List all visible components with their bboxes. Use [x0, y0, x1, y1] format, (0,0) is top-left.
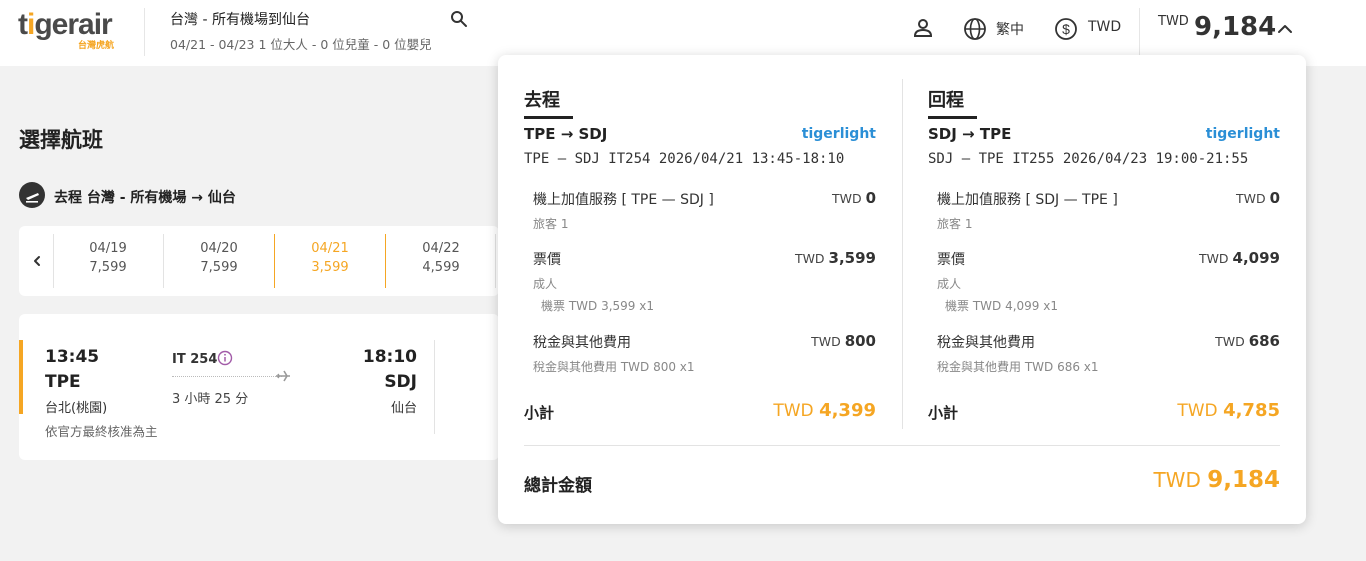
date-price: 4,599	[422, 260, 460, 275]
departure-plane-icon	[19, 182, 45, 208]
return-subtotal-amount: TWD 4,785	[1177, 400, 1280, 421]
date-label: 04/19	[89, 241, 127, 256]
return-heading: 回程	[928, 90, 964, 111]
date-selector: 04/19 7,599 04/20 7,599 04/21 3,599 04/2…	[19, 226, 499, 296]
departure-time: 13:45	[45, 347, 100, 367]
return-subtotal-label: 小計	[928, 404, 959, 422]
flight-number: IT 254	[172, 352, 218, 367]
header-total-amount[interactable]: 9,184	[1194, 12, 1276, 42]
page-title: 選擇航班	[19, 128, 103, 152]
chevron-left-icon	[34, 256, 40, 266]
tax-amount: TWD 686	[1215, 332, 1280, 350]
outbound-fare-brand: tigerlight	[801, 126, 876, 142]
grand-total-amount: TWD 9,184	[1153, 467, 1280, 493]
date-label: 04/20	[200, 241, 238, 256]
addon-passenger: 旅客 1	[533, 217, 569, 231]
panel-divider	[524, 445, 1280, 446]
language-selector[interactable]: 繁中	[996, 19, 1024, 39]
logo-subtitle: 台灣虎航	[77, 41, 114, 51]
fare-passenger-type: 成人	[937, 277, 962, 291]
tax-detail: 稅金與其他費用 TWD 800 x1	[533, 360, 695, 374]
header-total-currency[interactable]: TWD	[1158, 14, 1189, 29]
grand-total-label: 總計金額	[524, 476, 592, 496]
card-divider	[434, 340, 435, 434]
return-fare-brand: tigerlight	[1205, 126, 1280, 142]
return-flight-line: SDJ — TPE IT255 2026/04/23 19:00-21:55	[928, 151, 1249, 167]
arrival-city: 仙台	[390, 401, 417, 416]
flight-duration: 3 小時 25 分	[172, 392, 249, 407]
fare-amount: TWD 3,599	[794, 249, 876, 267]
arrival-airport-code: SDJ	[384, 372, 417, 392]
outbound-subtotal-label: 小計	[524, 404, 555, 422]
heading-underline	[928, 116, 977, 119]
date-label: 04/22	[422, 241, 460, 256]
fare-passenger-type: 成人	[533, 277, 558, 291]
svg-text:$: $	[1062, 21, 1070, 37]
addon-passenger: 旅客 1	[937, 217, 973, 231]
return-sector: SDJ → TPE	[928, 125, 1012, 143]
arrival-time: 18:10	[362, 347, 417, 367]
fare-detail: 機票 TWD 3,599 x1	[541, 299, 654, 313]
segment-label: 去程 台灣 - 所有機場 → 仙台	[54, 190, 236, 206]
route-dotted-line	[172, 376, 282, 377]
route-title[interactable]: 台灣 - 所有機場到仙台	[170, 9, 310, 29]
selected-accent	[19, 340, 23, 414]
date-label: 04/21	[311, 241, 349, 256]
date-price: 7,599	[200, 260, 238, 275]
header-divider	[1139, 8, 1140, 56]
date-cell[interactable]: 04/19 7,599	[53, 234, 163, 288]
departure-airport-code: TPE	[45, 372, 81, 392]
tax-detail: 稅金與其他費用 TWD 686 x1	[937, 360, 1099, 374]
outbound-heading: 去程	[524, 90, 560, 111]
addon-amount: TWD 0	[831, 189, 876, 207]
column-divider	[902, 79, 903, 429]
date-cell[interactable]: 04/22 4,599	[386, 234, 496, 288]
addon-service-title: 機上加值服務 [ SDJ — TPE ]	[937, 192, 1118, 208]
date-divider	[495, 234, 496, 288]
fare-title: 票價	[533, 252, 561, 268]
tax-title: 稅金與其他費用	[937, 335, 1035, 351]
return-breakdown: 回程 SDJ → TPE tigerlight SDJ — TPE IT255 …	[928, 55, 1280, 435]
tigerair-logo[interactable]: tigerair 台灣虎航	[18, 8, 128, 52]
previous-dates-button[interactable]	[19, 226, 55, 296]
outbound-subtotal-amount: TWD 4,399	[773, 400, 876, 421]
addon-amount: TWD 0	[1235, 189, 1280, 207]
logo-wordmark: tigerair	[18, 8, 113, 41]
fare-amount: TWD 4,099	[1198, 249, 1280, 267]
outbound-flight-line: TPE — SDJ IT254 2026/04/21 13:45-18:10	[524, 151, 845, 167]
header-divider	[144, 8, 145, 56]
fare-detail: 機票 TWD 4,099 x1	[945, 299, 1058, 313]
chevron-up-icon[interactable]	[1276, 20, 1294, 38]
outbound-breakdown: 去程 TPE → SDJ tigerlight TPE — SDJ IT254 …	[524, 55, 876, 435]
fare-title: 票價	[937, 252, 965, 268]
currency-icon[interactable]: $	[1054, 17, 1078, 41]
search-icon[interactable]	[450, 10, 468, 28]
addon-service-title: 機上加值服務 [ TPE — SDJ ]	[533, 192, 714, 208]
official-approval-note: 依官方最終核准為主	[45, 424, 158, 439]
departure-city: 台北(桃園)	[45, 401, 108, 416]
date-cell[interactable]: 04/20 7,599	[164, 234, 274, 288]
globe-icon[interactable]	[963, 17, 987, 41]
info-icon[interactable]	[217, 350, 233, 366]
flight-option-card[interactable]: 13:45 TPE 台北(桃園) IT 254 3 小時 25 分 18:10 …	[19, 314, 499, 460]
route-summary: 04/21 - 04/23 1 位大人 - 0 位兒童 - 0 位嬰兒	[170, 37, 432, 52]
currency-selector[interactable]: TWD	[1088, 19, 1121, 35]
outbound-sector: TPE → SDJ	[524, 125, 608, 143]
price-breakdown-panel: 去程 TPE → SDJ tigerlight TPE — SDJ IT254 …	[498, 55, 1306, 524]
date-cell-selected[interactable]: 04/21 3,599	[275, 234, 385, 288]
tax-title: 稅金與其他費用	[533, 335, 631, 351]
date-price: 3,599	[311, 260, 349, 275]
heading-underline	[524, 116, 573, 119]
date-price: 7,599	[89, 260, 127, 275]
user-icon[interactable]	[912, 17, 934, 39]
tax-amount: TWD 800	[811, 332, 876, 350]
airplane-icon	[276, 370, 290, 382]
